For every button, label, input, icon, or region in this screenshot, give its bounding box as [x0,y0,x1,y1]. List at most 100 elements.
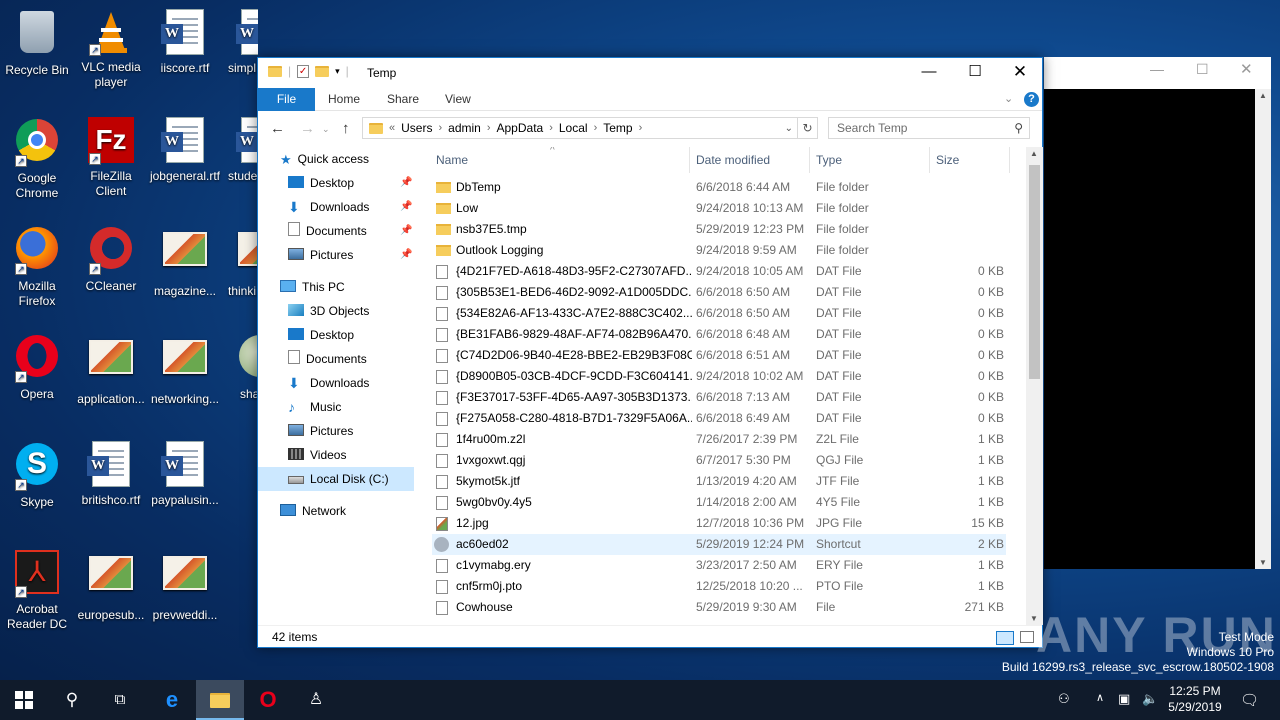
desktop-icon-vlc[interactable]: ↗ VLC media player [74,8,148,90]
volume-icon[interactable]: 🔈 [1142,691,1158,707]
title-bar[interactable]: | ✓ ▾ | Temp — ☐ ✕ [258,58,1042,88]
help-icon[interactable]: ? [1024,92,1039,107]
desktop-icon-prevweddi[interactable]: prevweddi... [148,548,222,623]
start-button[interactable] [0,680,48,720]
minimize-icon[interactable]: — [1150,61,1164,77]
maximize-icon[interactable]: ☐ [1196,61,1209,78]
nav-quick-desktop[interactable]: Desktop 📌 [288,171,418,195]
column-header-type[interactable]: Type [810,147,930,173]
file-row[interactable]: {534E82A6-AF13-433C-A7E2-888C3C402... 6/6… [432,303,1006,324]
breadcrumb-admin[interactable]: admin [448,121,481,135]
new-folder-icon[interactable] [315,65,330,77]
breadcrumb-users[interactable]: Users [401,121,432,135]
nav-quick-downloads[interactable]: ⬇ Downloads 📌 [288,195,418,219]
nav-quick-documents[interactable]: Documents 📌 [288,219,418,243]
console-area[interactable] [1044,89,1255,569]
desktop-icon-stude[interactable]: W stude... [222,116,258,184]
search-input[interactable]: Search Temp ⚲ [828,117,1030,139]
file-row[interactable]: ac60ed02 5/29/2019 12:24 PM Shortcut 2 KB [432,534,1006,555]
column-header-size[interactable]: Size [930,147,1010,173]
desktop-icon-iiscore[interactable]: W iiscore.rtf [148,8,222,76]
nav-3d-objects[interactable]: 3D Objects [288,299,369,323]
tab-view[interactable]: View [445,88,471,111]
file-row[interactable]: DbTemp 6/6/2018 6:44 AM File folder [432,177,1006,198]
desktop-icon-britishco[interactable]: W britishco.rtf [74,440,148,508]
nav-quick-pictures[interactable]: Pictures 📌 [288,243,418,267]
desktop-icon-application[interactable]: application... [74,332,148,407]
system-clock[interactable]: 12:25 PM 5/29/2019 [1160,683,1230,715]
file-row[interactable]: 1vxgoxwt.qgj 6/7/2017 5:30 PM QGJ File 1 KB [432,450,1006,471]
nav-documents[interactable]: Documents [288,347,367,371]
desktop-icon-jobgeneral[interactable]: W jobgeneral.rtf [148,116,222,184]
tab-home[interactable]: Home [328,88,360,111]
desktop-icon-sha[interactable]: sha... [222,332,258,402]
pin-icon[interactable]: 📌 [400,243,412,267]
nav-downloads[interactable]: ⬇ Downloads [288,371,369,395]
desktop-icon-skype[interactable]: S ↗ Skype [0,440,74,510]
notifications-icon[interactable]: 🗨 [1240,691,1259,709]
nav-quick-access[interactable]: ★ Quick access [280,147,369,171]
breadcrumb-temp[interactable]: Temp [603,121,632,135]
explorer-window[interactable]: | ✓ ▾ | Temp — ☐ ✕ File Home Share View … [257,57,1043,648]
task-view-icon[interactable]: ⧉ [96,680,144,720]
back-arrow-icon[interactable]: ← [270,120,285,137]
scroll-up-icon[interactable]: ▲ [1259,91,1267,100]
file-row[interactable]: 5wg0bv0y.4y5 1/14/2018 2:00 AM 4Y5 File 1 K… [432,492,1006,513]
expand-ribbon-icon[interactable]: ⌄ [1004,92,1013,105]
nav-pictures[interactable]: Pictures [288,419,353,443]
desktop-icon-opera[interactable]: ↗ Opera [0,332,74,402]
background-window[interactable]: — ☐ ✕ ▲ ▼ [1044,57,1271,569]
desktop-icon-filezilla[interactable]: Fz ↗ FileZilla Client [74,116,148,199]
recent-dropdown-icon[interactable]: ⌄ [322,124,330,135]
file-row[interactable]: {C74D2D06-9B40-4E28-BBE2-EB29B3F08C... 6/… [432,345,1006,366]
address-bar[interactable]: « Users › admin › AppData › Local › Temp… [362,117,798,139]
file-row[interactable]: 5kymot5k.jtf 1/13/2019 4:20 AM JTF File 1 K… [432,471,1006,492]
file-list[interactable]: Name ^ Date modified Type Size DbTemp 6/6/… [424,147,1024,625]
desktop-icon-ccleaner[interactable]: ↗ CCleaner [74,224,148,294]
minimize-button[interactable]: — [906,58,952,88]
people-icon[interactable]: ⚇ [1058,691,1070,707]
file-row[interactable]: c1vymabg.ery 3/23/2017 2:50 AM ERY File 1 K… [432,555,1006,576]
file-row[interactable]: {F275A058-C280-4818-B7D1-7329F5A06A... 6/… [432,408,1006,429]
breadcrumb-appdata[interactable]: AppData [497,121,544,135]
pin-icon[interactable]: 📌 [400,219,412,243]
file-row[interactable]: {4D21F7ED-A618-48D3-95F2-C27307AFD... 9/2… [432,261,1006,282]
pin-icon[interactable]: 📌 [400,171,412,195]
network-status-icon[interactable]: ▣ [1118,691,1130,707]
nav-network[interactable]: Network [280,499,346,523]
address-dropdown-icon[interactable]: ⌄ [785,123,793,134]
file-row[interactable]: nsb37E5.tmp 5/29/2019 12:23 PM File folder [432,219,1006,240]
nav-desktop[interactable]: Desktop [288,323,354,347]
breadcrumb-local[interactable]: Local [559,121,588,135]
customize-dropdown-icon[interactable]: ▾ [335,66,340,77]
background-window-titlebar[interactable]: — ☐ ✕ [1044,57,1271,89]
search-icon[interactable]: ⚲ [48,680,96,720]
desktop-icon-firefox[interactable]: ↗ Mozilla Firefox [0,224,74,309]
file-explorer-taskbar-button[interactable] [196,680,244,720]
scroll-up-icon[interactable]: ▲ [1030,149,1038,158]
forward-arrow-icon[interactable]: → [300,120,315,137]
desktop-icon-recycle-bin[interactable]: Recycle Bin [0,8,74,78]
nav-videos[interactable]: Videos [288,443,346,467]
desktop-icon-chrome[interactable]: ↗ Google Chrome [0,116,74,201]
file-row[interactable]: 12.jpg 12/7/2018 10:36 PM JPG File 15 KB [432,513,1006,534]
desktop-icon-magazine[interactable]: magazine... [148,224,222,299]
refresh-button[interactable]: ↻ [798,117,818,139]
desktop-icon-networking[interactable]: networking... [148,332,222,407]
console-scrollbar[interactable]: ▲ ▼ [1255,89,1271,569]
tab-share[interactable]: Share [387,88,419,111]
desktop-icon-europesub[interactable]: europesub... [74,548,148,623]
network-app-icon[interactable]: ♙ [292,680,340,720]
close-icon[interactable]: ✕ [1240,60,1253,78]
file-row[interactable]: {305B53E1-BED6-46D2-9092-A1D005DDC... 6/6… [432,282,1006,303]
properties-icon[interactable]: ✓ [297,64,310,78]
maximize-button[interactable]: ☐ [952,58,998,88]
column-header-date[interactable]: Date modified [690,147,810,173]
file-row[interactable]: {D8900B05-03CB-4DCF-9CDD-F3C604141... 9/2… [432,366,1006,387]
nav-music[interactable]: ♪ Music [288,395,341,419]
scroll-down-icon[interactable]: ▼ [1259,558,1267,567]
file-row[interactable]: 1f4ru00m.z2l 7/26/2017 2:39 PM Z2L File 1 K… [432,429,1006,450]
desktop-icon-paypalusin[interactable]: W paypalusin... [148,440,222,508]
pin-icon[interactable]: 📌 [400,195,412,219]
file-row[interactable]: Cowhouse 5/29/2019 9:30 AM File 271 KB [432,597,1006,618]
